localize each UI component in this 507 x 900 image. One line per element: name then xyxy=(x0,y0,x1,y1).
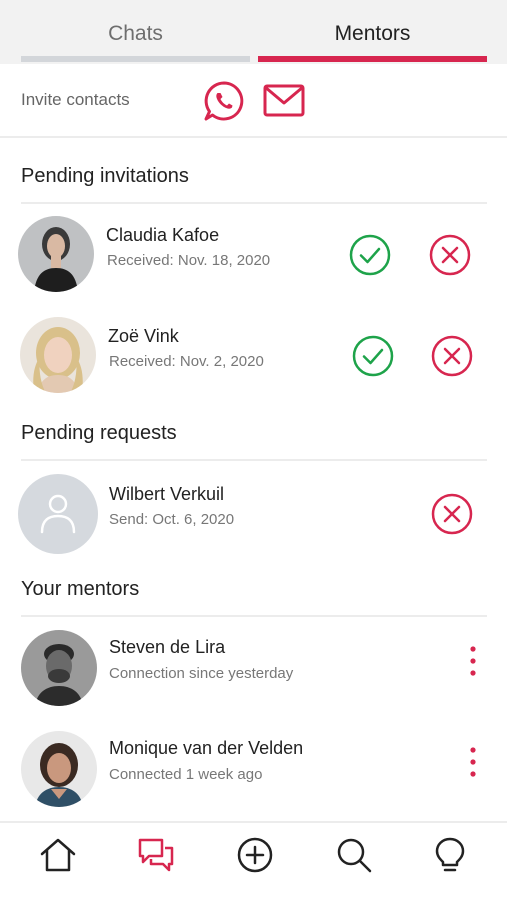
avatar-steven[interactable] xyxy=(21,630,97,706)
accept-zoe-button[interactable] xyxy=(352,335,394,377)
add-icon xyxy=(237,837,273,873)
person-photo xyxy=(21,731,97,807)
mail-icon xyxy=(263,84,305,117)
wilbert-sent-date: Send: Oct. 6, 2020 xyxy=(109,511,235,528)
nav-home-button[interactable] xyxy=(39,836,77,874)
invite-contacts-row: Invite contacts xyxy=(0,64,507,138)
pending-invitations-divider xyxy=(21,202,487,204)
person-photo xyxy=(18,216,94,292)
monique-more-options-button[interactable] xyxy=(463,744,483,780)
nav-chats-button[interactable] xyxy=(137,836,175,874)
steven-name: Steven de Lira xyxy=(109,637,226,657)
your-mentors-divider xyxy=(21,615,487,617)
nav-add-button[interactable] xyxy=(236,836,274,874)
check-circle-icon xyxy=(349,234,391,276)
search-icon xyxy=(337,838,372,873)
tab-bar: Chats Mentors xyxy=(0,0,507,64)
close-circle-icon xyxy=(431,493,473,535)
steven-connection-status: Connection since yesterday xyxy=(109,665,294,682)
invite-contacts-label: Invite contacts xyxy=(21,90,130,109)
check-circle-icon xyxy=(352,335,394,377)
whatsapp-icon xyxy=(204,81,244,121)
pending-requests-title: Pending requests xyxy=(21,422,177,444)
steven-more-options-button[interactable] xyxy=(463,643,483,679)
claudia-name: Claudia Kafoe xyxy=(106,225,220,245)
nav-ideas-button[interactable] xyxy=(431,836,469,874)
person-photo xyxy=(20,317,96,393)
whatsapp-invite-button[interactable] xyxy=(202,79,246,123)
email-invite-button[interactable] xyxy=(262,83,306,119)
lightbulb-icon xyxy=(435,837,465,872)
bottom-navigation xyxy=(0,821,507,900)
claudia-received-date: Received: Nov. 18, 2020 xyxy=(107,252,271,269)
pending-requests-divider xyxy=(21,459,487,461)
tab-mentors-indicator xyxy=(258,56,487,62)
tab-chats[interactable]: Chats xyxy=(21,0,250,64)
tab-mentors[interactable]: Mentors xyxy=(258,0,487,64)
close-circle-icon xyxy=(429,234,471,276)
chats-icon xyxy=(138,838,174,872)
avatar-monique[interactable] xyxy=(21,731,97,807)
monique-name: Monique van der Velden xyxy=(109,738,304,758)
wilbert-name: Wilbert Verkuil xyxy=(109,484,225,504)
nav-search-button[interactable] xyxy=(335,836,373,874)
zoe-received-date: Received: Nov. 2, 2020 xyxy=(109,353,264,370)
tab-chats-indicator xyxy=(21,56,250,62)
avatar-claudia[interactable] xyxy=(18,216,94,292)
avatar-zoe[interactable] xyxy=(20,317,96,393)
user-placeholder-icon xyxy=(18,474,98,554)
decline-claudia-button[interactable] xyxy=(429,234,471,276)
person-photo xyxy=(21,630,97,706)
more-vertical-icon xyxy=(470,646,476,676)
more-vertical-icon xyxy=(470,747,476,777)
accept-claudia-button[interactable] xyxy=(349,234,391,276)
cancel-wilbert-request-button[interactable] xyxy=(431,493,473,535)
monique-connection-status: Connected 1 week ago xyxy=(109,766,263,783)
zoe-name: Zoë Vink xyxy=(108,326,179,346)
home-icon xyxy=(40,838,76,872)
your-mentors-title: Your mentors xyxy=(21,578,140,600)
avatar-wilbert-placeholder[interactable] xyxy=(18,474,98,554)
decline-zoe-button[interactable] xyxy=(431,335,473,377)
close-circle-icon xyxy=(431,335,473,377)
pending-invitations-title: Pending invitations xyxy=(21,165,189,187)
